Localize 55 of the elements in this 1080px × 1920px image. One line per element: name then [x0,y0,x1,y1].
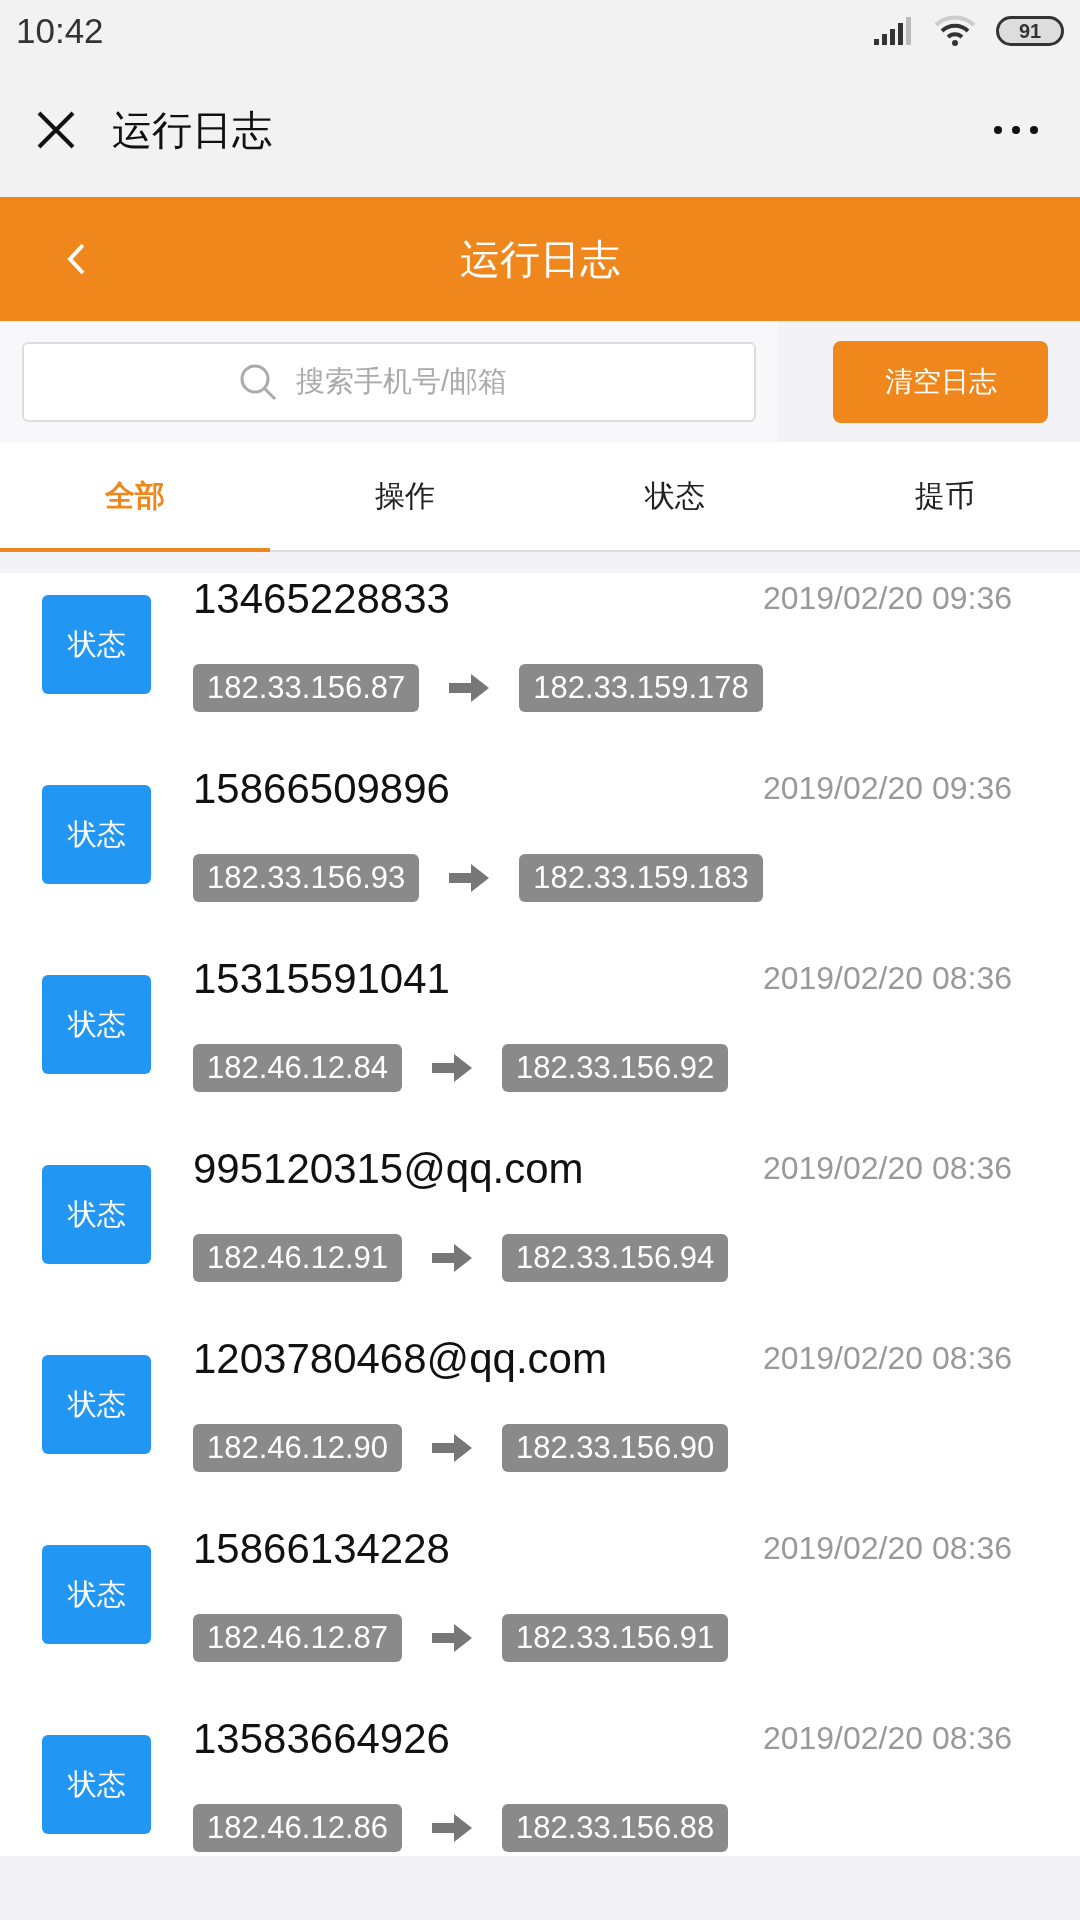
arrow-icon [432,1054,472,1082]
log-time: 2019/02/20 08:36 [762,1529,1012,1568]
ip-tag: 182.33.156.94 [502,1234,729,1282]
arrow-icon [432,1624,472,1652]
ip-tag: 182.33.156.92 [502,1044,729,1092]
log-time: 2019/02/20 08:36 [762,1339,1012,1378]
log-time: 2019/02/20 08:36 [762,1719,1012,1758]
account-text: 15315591041 [193,953,450,1004]
ip-tag: 182.33.156.90 [502,1424,729,1472]
ip-tag: 182.33.156.87 [193,664,420,712]
window-title: 运行日志 [112,106,272,154]
status-badge: 状态 [42,975,151,1074]
back-icon [66,242,86,276]
account-text: 15866509896 [193,763,450,814]
search-field[interactable]: 搜索手机号/邮箱 [22,341,756,422]
wifi-icon [934,15,976,47]
signal-icon [874,17,914,45]
status-time: 10:42 [16,9,104,52]
log-time: 2019/02/20 09:36 [762,769,1012,808]
log-time: 2019/02/20 08:36 [762,959,1012,998]
status-badge: 状态 [42,1355,151,1454]
account-text: 13465228833 [193,573,450,624]
ip-tag: 182.33.156.93 [193,854,420,902]
ip-tag: 182.46.12.90 [193,1424,402,1472]
status-badge: 状态 [42,785,151,884]
tab[interactable]: 状态 [540,442,810,552]
status-badge: 状态 [42,1165,151,1264]
account-text: 1203780468@qq.com [193,1333,607,1384]
ip-tag: 182.33.156.91 [502,1614,729,1662]
ip-tag: 182.33.159.183 [519,854,763,902]
account-text: 15866134228 [193,1523,450,1574]
ip-tag: 182.46.12.87 [193,1614,402,1662]
account-text: 13583664926 [193,1713,450,1764]
arrow-icon [449,864,490,892]
close-icon [36,109,76,150]
arrow-icon [432,1434,472,1462]
ip-tag: 182.46.12.91 [193,1234,402,1282]
arrow-icon [432,1814,472,1842]
status-badge: 状态 [42,595,151,694]
arrow-icon [449,674,490,702]
status-badge: 状态 [42,1735,151,1834]
more-icon [994,125,1038,134]
log-time: 2019/02/20 09:36 [762,579,1012,618]
ip-tag: 182.46.12.84 [193,1044,402,1092]
page-title: 运行日志 [460,236,620,283]
ip-tag: 182.33.159.178 [519,664,763,712]
arrow-icon [432,1244,472,1272]
account-text: 995120315@qq.com [193,1143,584,1194]
status-badge: 状态 [42,1545,151,1644]
ip-tag: 182.46.12.86 [193,1804,402,1852]
battery-icon: 91 [996,16,1064,46]
ip-tag: 182.33.156.88 [502,1804,729,1852]
log-time: 2019/02/20 08:36 [762,1149,1012,1188]
tab[interactable]: 提币 [810,442,1080,552]
tab[interactable]: 操作 [270,442,540,552]
